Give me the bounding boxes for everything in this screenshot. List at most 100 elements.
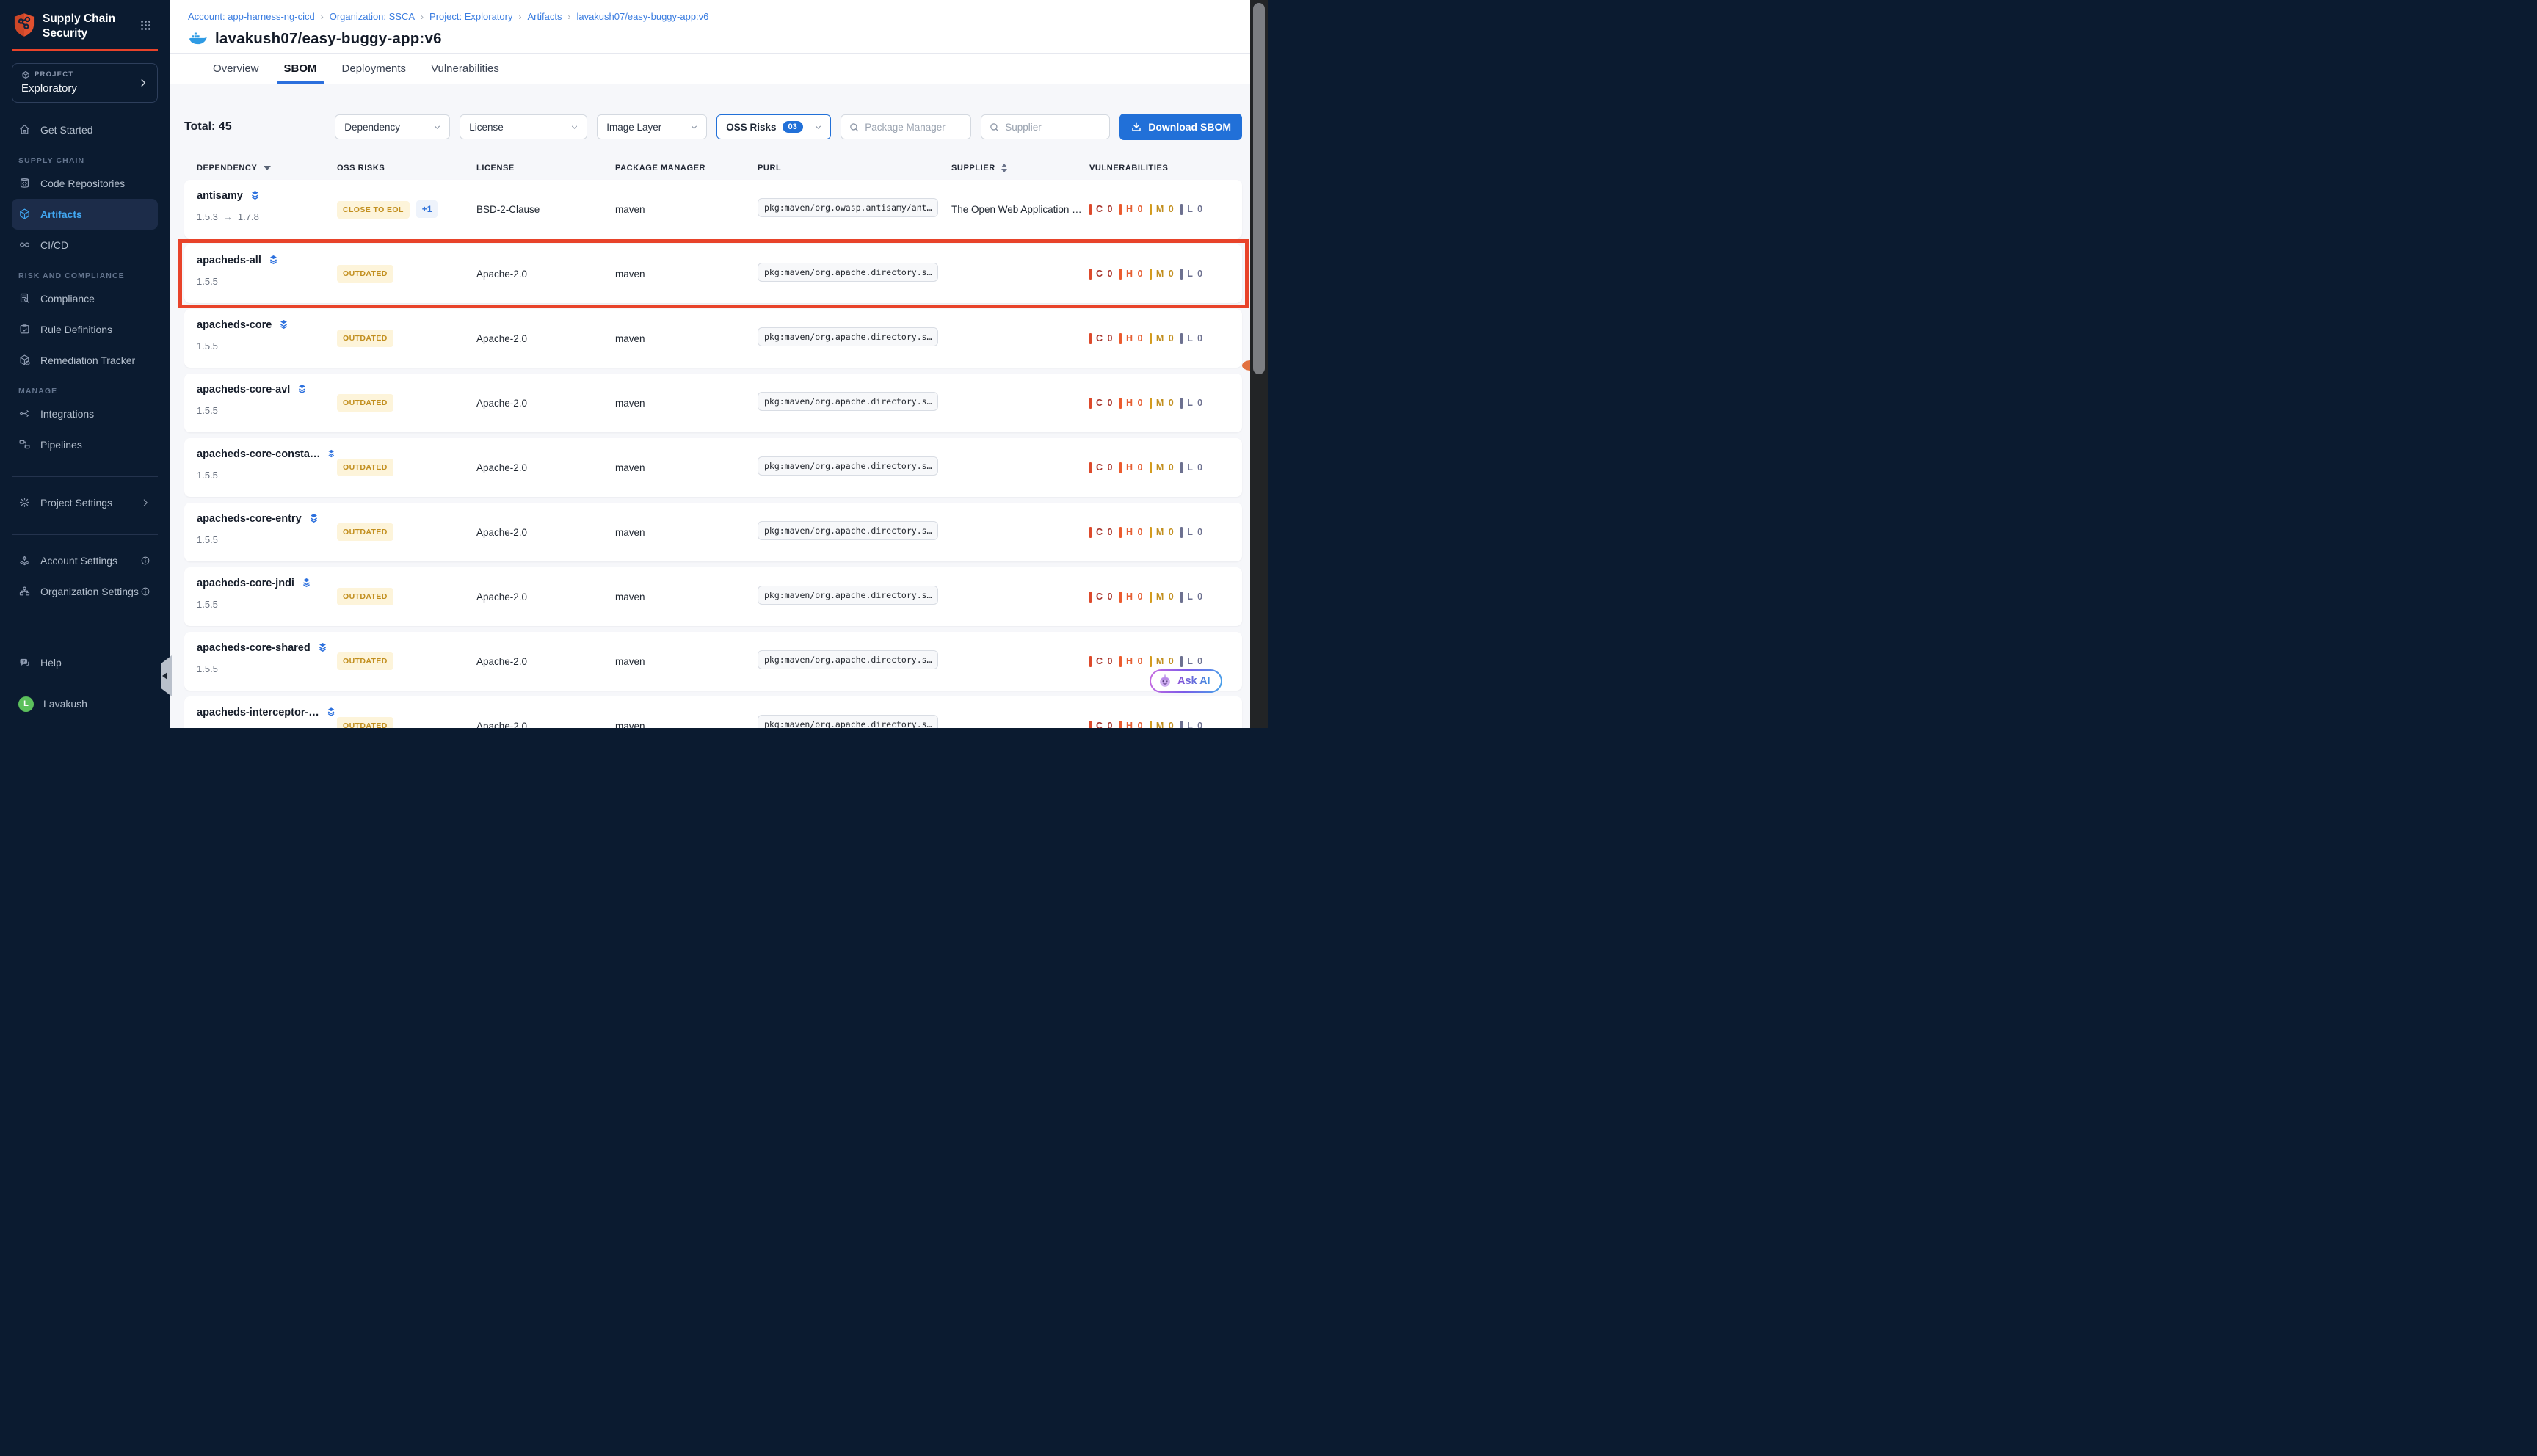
vuln-medium-count: M 0 xyxy=(1156,333,1175,343)
purl-chip[interactable]: pkg:maven/org.apache.directory.s… xyxy=(758,456,938,476)
scrollbar-thumb[interactable] xyxy=(1253,3,1265,374)
filter-dependency[interactable]: Dependency xyxy=(335,114,450,139)
column-header-supplier[interactable]: SUPPLIER xyxy=(951,164,1089,172)
table-row[interactable]: apacheds-core1.5.5OUTDATEDApache-2.0mave… xyxy=(184,309,1242,368)
breadcrumb-organization[interactable]: Organization: SSCA xyxy=(330,11,415,22)
tab-vulnerabilities[interactable]: Vulnerabilities xyxy=(429,54,501,84)
sidebar-item-label: Rule Definitions xyxy=(40,324,112,335)
sidebar-item-compliance[interactable]: Compliance xyxy=(12,283,158,314)
table-row[interactable]: apacheds-core-avl1.5.5OUTDATEDApache-2.0… xyxy=(184,374,1242,432)
app-grid-icon[interactable] xyxy=(139,19,152,32)
org-settings-icon xyxy=(18,585,31,597)
search-icon xyxy=(849,122,860,133)
risk-extra-badge[interactable]: +1 xyxy=(416,200,438,218)
sidebar-item-integrations[interactable]: Integrations xyxy=(12,398,158,429)
tab-strip: Overview SBOM Deployments Vulnerabilitie… xyxy=(170,53,1250,84)
sidebar-item-rule-definitions[interactable]: Rule Definitions xyxy=(12,314,158,345)
layers-icon xyxy=(249,189,261,202)
sidebar-item-label: Compliance xyxy=(40,293,95,305)
sidebar-item-pipelines[interactable]: Pipelines xyxy=(12,429,158,460)
column-header-license: LICENSE xyxy=(476,164,615,172)
dependency-cell: apacheds-all1.5.5 xyxy=(197,244,337,303)
supplier-cell: The Open Web Application … xyxy=(951,204,1089,215)
sidebar-item-help[interactable]: ? Help xyxy=(12,647,158,678)
table-row[interactable]: apacheds-core-entry1.5.5OUTDATEDApache-2… xyxy=(184,503,1242,561)
table-row[interactable]: apacheds-core-shared1.5.5OUTDATEDApache-… xyxy=(184,632,1242,691)
layers-icon xyxy=(325,706,337,718)
sidebar-item-remediation-tracker[interactable]: Remediation Tracker xyxy=(12,345,158,376)
purl-cell: pkg:maven/org.apache.directory.s… xyxy=(758,456,951,479)
table-row[interactable]: apacheds-all1.5.5OUTDATEDApache-2.0maven… xyxy=(184,244,1242,303)
sidebar-item-account-settings[interactable]: Account Settings xyxy=(12,545,158,576)
column-header-dependency[interactable]: DEPENDENCY xyxy=(197,164,337,172)
package-manager-cell: maven xyxy=(615,398,758,409)
vuln-high-bar xyxy=(1119,333,1122,344)
dependency-version: 1.5.5 xyxy=(197,405,337,416)
column-header-package-manager: PACKAGE MANAGER xyxy=(615,164,758,172)
table-row[interactable]: apacheds-interceptor-…1.5.5OUTDATEDApach… xyxy=(184,696,1242,728)
filter-image-layer[interactable]: Image Layer xyxy=(597,114,707,139)
purl-chip[interactable]: pkg:maven/org.apache.directory.s… xyxy=(758,586,938,605)
filter-oss-risks[interactable]: OSS Risks03 xyxy=(716,114,831,139)
purl-chip[interactable]: pkg:maven/org.apache.directory.s… xyxy=(758,327,938,346)
package-manager-cell: maven xyxy=(615,656,758,667)
vuln-medium-bar xyxy=(1150,204,1152,215)
info-icon[interactable] xyxy=(140,556,150,566)
project-label: PROJECT xyxy=(21,70,148,79)
sidebar-item-organization-settings[interactable]: Organization Settings xyxy=(12,576,158,607)
license-cell: BSD-2-Clause xyxy=(476,204,615,215)
breadcrumb-account[interactable]: Account: app-harness-ng-cicd xyxy=(188,11,315,22)
oss-risks-cell: OUTDATED xyxy=(337,459,476,476)
filter-license[interactable]: License xyxy=(460,114,587,139)
tab-sbom[interactable]: SBOM xyxy=(283,54,319,84)
purl-chip[interactable]: pkg:maven/org.apache.directory.s… xyxy=(758,392,938,411)
breadcrumb-artifacts[interactable]: Artifacts xyxy=(527,11,562,22)
purl-chip[interactable]: pkg:maven/org.apache.directory.s… xyxy=(758,650,938,669)
download-sbom-button[interactable]: Download SBOM xyxy=(1119,114,1242,140)
ask-ai-button[interactable]: Ask AI xyxy=(1150,669,1222,693)
sidebar-item-artifacts[interactable]: Artifacts xyxy=(12,199,158,230)
vulnerabilities-cell: C 0H 0M 0L 0 xyxy=(1089,398,1242,409)
sidebar-item-label: Organization Settings xyxy=(40,586,139,597)
sidebar-item-project-settings[interactable]: Project Settings xyxy=(12,487,158,518)
sidebar-item-ci-cd[interactable]: CI/CD xyxy=(12,230,158,261)
project-selector[interactable]: PROJECT Exploratory xyxy=(12,63,158,103)
table-row[interactable]: antisamy1.5.3→1.7.8CLOSE TO EOL+1BSD-2-C… xyxy=(184,180,1242,239)
table-body: antisamy1.5.3→1.7.8CLOSE TO EOL+1BSD-2-C… xyxy=(184,180,1250,728)
search-icon xyxy=(989,122,1000,133)
breadcrumb-project[interactable]: Project: Exploratory xyxy=(429,11,512,22)
vuln-critical-bar xyxy=(1089,398,1092,409)
purl-chip[interactable]: pkg:maven/org.apache.directory.s… xyxy=(758,521,938,540)
sort-both-icon xyxy=(1001,164,1007,172)
dependency-name: apacheds-core-consta… xyxy=(197,448,320,460)
tab-deployments[interactable]: Deployments xyxy=(341,54,408,84)
dependency-version: 1.5.5 xyxy=(197,599,337,610)
integrations-icon xyxy=(18,407,31,420)
sidebar-item-code-repositories[interactable]: Code Repositories xyxy=(12,168,158,199)
vulnerabilities-cell: C 0H 0M 0L 0 xyxy=(1089,527,1242,538)
purl-chip[interactable]: pkg:maven/org.apache.directory.s… xyxy=(758,715,938,729)
toolbar: Total: 45 Dependency License Image Layer… xyxy=(184,114,1242,140)
dependency-cell: apacheds-core-consta… 1.5.5 xyxy=(197,438,337,497)
table-row[interactable]: apacheds-core-jndi1.5.5OUTDATEDApache-2.… xyxy=(184,567,1242,626)
vuln-critical-bar xyxy=(1089,527,1092,538)
user-menu[interactable]: L Lavakush xyxy=(12,688,158,719)
breadcrumb-artifact-name[interactable]: lavakush07/easy-buggy-app:v6 xyxy=(576,11,708,22)
column-header-purl: PURL xyxy=(758,164,951,172)
purl-chip[interactable]: pkg:maven/org.apache.directory.s… xyxy=(758,263,938,282)
vuln-critical-bar xyxy=(1089,656,1092,667)
tab-overview[interactable]: Overview xyxy=(211,54,261,84)
table-row[interactable]: apacheds-core-consta… 1.5.5OUTDATEDApache… xyxy=(184,438,1242,497)
info-icon[interactable] xyxy=(140,586,150,597)
license-cell: Apache-2.0 xyxy=(476,462,615,473)
dependency-version: 1.5.5 xyxy=(197,663,337,674)
package-manager-input[interactable] xyxy=(865,122,963,133)
supplier-input[interactable] xyxy=(1005,122,1102,133)
dependency-version: 1.5.5 xyxy=(197,470,337,481)
sidebar-item-get-started[interactable]: Get Started xyxy=(12,114,158,145)
layers-icon xyxy=(326,448,337,460)
license-cell: Apache-2.0 xyxy=(476,527,615,538)
purl-chip[interactable]: pkg:maven/org.owasp.antisamy/ant… xyxy=(758,198,938,217)
vuln-critical-bar xyxy=(1089,204,1092,215)
page-scrollbar[interactable] xyxy=(1250,0,1268,728)
